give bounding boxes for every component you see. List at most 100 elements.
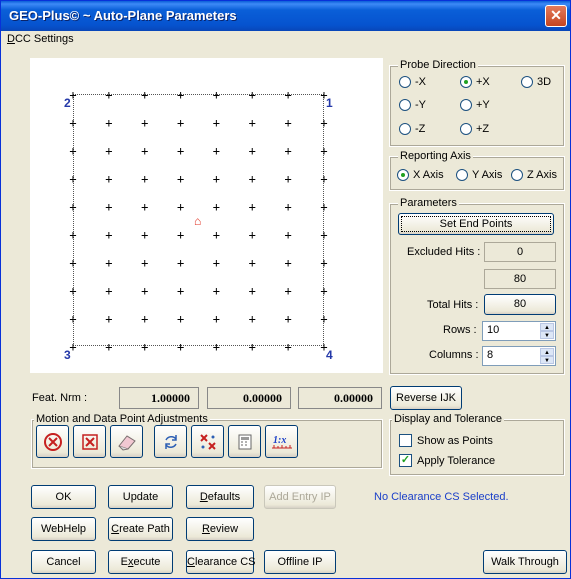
show-as-points-checkbox[interactable]: Show as Points xyxy=(399,434,493,447)
grid-point[interactable]: + xyxy=(176,229,186,241)
grid-point[interactable]: + xyxy=(283,201,293,213)
grid-point[interactable]: + xyxy=(211,117,221,129)
grid-point[interactable]: + xyxy=(283,145,293,157)
refresh-button[interactable] xyxy=(154,425,187,458)
spin-up-icon[interactable]: ▲ xyxy=(540,348,554,356)
erase-button[interactable] xyxy=(110,425,143,458)
grid-point[interactable]: + xyxy=(247,89,257,101)
grid-point[interactable]: + xyxy=(211,145,221,157)
grid-point[interactable]: + xyxy=(319,341,329,353)
grid-point[interactable]: + xyxy=(211,341,221,353)
grid-point[interactable]: + xyxy=(319,313,329,325)
grid-point[interactable]: + xyxy=(247,285,257,297)
rows-spin-buttons[interactable]: ▲ ▼ xyxy=(540,323,554,339)
grid-point[interactable]: + xyxy=(104,145,114,157)
walk-through-button[interactable]: Walk Through xyxy=(483,550,567,574)
radio-y-axis[interactable]: Y Axis xyxy=(456,169,502,181)
radio-minus-z[interactable]: -Z xyxy=(399,123,425,135)
close-button[interactable]: ✕ xyxy=(545,5,567,27)
grid-point[interactable]: + xyxy=(211,285,221,297)
grid-point[interactable]: + xyxy=(140,285,150,297)
grid-point[interactable]: + xyxy=(176,341,186,353)
grid-point[interactable]: + xyxy=(319,285,329,297)
review-button[interactable]: Review xyxy=(186,517,254,541)
grid-point[interactable]: + xyxy=(283,229,293,241)
scale-button[interactable]: 1:x xyxy=(265,425,298,458)
grid-point[interactable]: + xyxy=(211,257,221,269)
grid-point[interactable]: + xyxy=(319,257,329,269)
radio-z-axis[interactable]: Z Axis xyxy=(511,169,557,181)
grid-point[interactable]: + xyxy=(104,201,114,213)
radio-plus-z[interactable]: +Z xyxy=(460,123,489,135)
grid-point[interactable]: + xyxy=(140,341,150,353)
grid-point[interactable]: + xyxy=(140,89,150,101)
grid-point[interactable]: + xyxy=(283,117,293,129)
rows-stepper[interactable]: 10 ▲ ▼ xyxy=(482,321,556,341)
grid-point[interactable]: + xyxy=(211,201,221,213)
grid-point[interactable]: + xyxy=(104,285,114,297)
radio-x-axis[interactable]: X Axis xyxy=(397,169,444,181)
grid-point[interactable]: + xyxy=(68,145,78,157)
spin-up-icon[interactable]: ▲ xyxy=(540,323,554,331)
grid-point[interactable]: + xyxy=(104,229,114,241)
clearance-cs-button[interactable]: Clearance CS xyxy=(186,550,256,574)
grid-point[interactable]: + xyxy=(68,341,78,353)
grid-point[interactable]: + xyxy=(319,117,329,129)
grid-point[interactable]: + xyxy=(104,173,114,185)
grid-point[interactable]: + xyxy=(319,173,329,185)
grid-point[interactable]: + xyxy=(104,117,114,129)
reverse-ijk-button[interactable]: Reverse IJK xyxy=(390,386,462,410)
grid-point[interactable]: + xyxy=(283,313,293,325)
grid-point[interactable]: + xyxy=(176,257,186,269)
point-list-button[interactable] xyxy=(228,425,261,458)
point-grid-canvas[interactable]: 2 1 3 4 ⌂ + + + + + + + + + + + + + + + + + + + + + + + + + + + + + +… xyxy=(30,58,383,373)
grid-point[interactable]: + xyxy=(247,173,257,185)
grid-point[interactable]: + xyxy=(140,229,150,241)
ok-button[interactable]: OK xyxy=(31,485,96,509)
update-button[interactable]: Update xyxy=(108,485,173,509)
total-hits-button[interactable]: 80 xyxy=(484,294,556,315)
columns-spin-buttons[interactable]: ▲ ▼ xyxy=(540,348,554,364)
apply-tolerance-checkbox[interactable]: ✓ Apply Tolerance xyxy=(399,454,495,467)
grid-point[interactable]: + xyxy=(176,285,186,297)
grid-point[interactable]: + xyxy=(319,145,329,157)
webhelp-button[interactable]: WebHelp xyxy=(31,517,96,541)
columns-stepper[interactable]: 8 ▲ ▼ xyxy=(482,346,556,366)
spin-down-icon[interactable]: ▼ xyxy=(540,356,554,364)
set-end-points-button[interactable]: Set End Points xyxy=(398,213,554,235)
grid-point[interactable]: + xyxy=(211,313,221,325)
grid-point[interactable]: + xyxy=(68,257,78,269)
grid-point[interactable]: + xyxy=(176,201,186,213)
radio-minus-x[interactable]: -X xyxy=(399,76,426,88)
spin-down-icon[interactable]: ▼ xyxy=(540,331,554,339)
grid-point[interactable]: + xyxy=(140,313,150,325)
create-path-button[interactable]: Create Path xyxy=(108,517,173,541)
offline-ip-button[interactable]: Offline IP xyxy=(264,550,336,574)
cancel-button[interactable]: Cancel xyxy=(31,550,96,574)
grid-point[interactable]: + xyxy=(104,257,114,269)
grid-point[interactable]: + xyxy=(247,145,257,157)
grid-point[interactable]: + xyxy=(319,201,329,213)
grid-point[interactable]: + xyxy=(283,341,293,353)
radio-plus-x[interactable]: +X xyxy=(460,76,490,88)
grid-point[interactable]: + xyxy=(68,201,78,213)
grid-point[interactable]: + xyxy=(68,313,78,325)
grid-point[interactable]: + xyxy=(68,285,78,297)
grid-point[interactable]: + xyxy=(176,145,186,157)
grid-point[interactable]: + xyxy=(211,89,221,101)
grid-point[interactable]: + xyxy=(247,201,257,213)
radio-plus-y[interactable]: +Y xyxy=(460,99,490,111)
add-entry-ip-button[interactable]: Add Entry IP xyxy=(264,485,336,509)
grid-point[interactable]: + xyxy=(247,229,257,241)
grid-point[interactable]: + xyxy=(140,117,150,129)
grid-point[interactable]: + xyxy=(211,229,221,241)
grid-point[interactable]: + xyxy=(176,173,186,185)
grid-point[interactable]: + xyxy=(68,229,78,241)
grid-point[interactable]: + xyxy=(176,117,186,129)
execute-button[interactable]: Execute xyxy=(108,550,173,574)
grid-point[interactable]: + xyxy=(247,313,257,325)
grid-point[interactable]: + xyxy=(176,89,186,101)
defaults-button[interactable]: Defaults xyxy=(186,485,254,509)
grid-point[interactable]: + xyxy=(283,257,293,269)
grid-point[interactable]: + xyxy=(211,173,221,185)
